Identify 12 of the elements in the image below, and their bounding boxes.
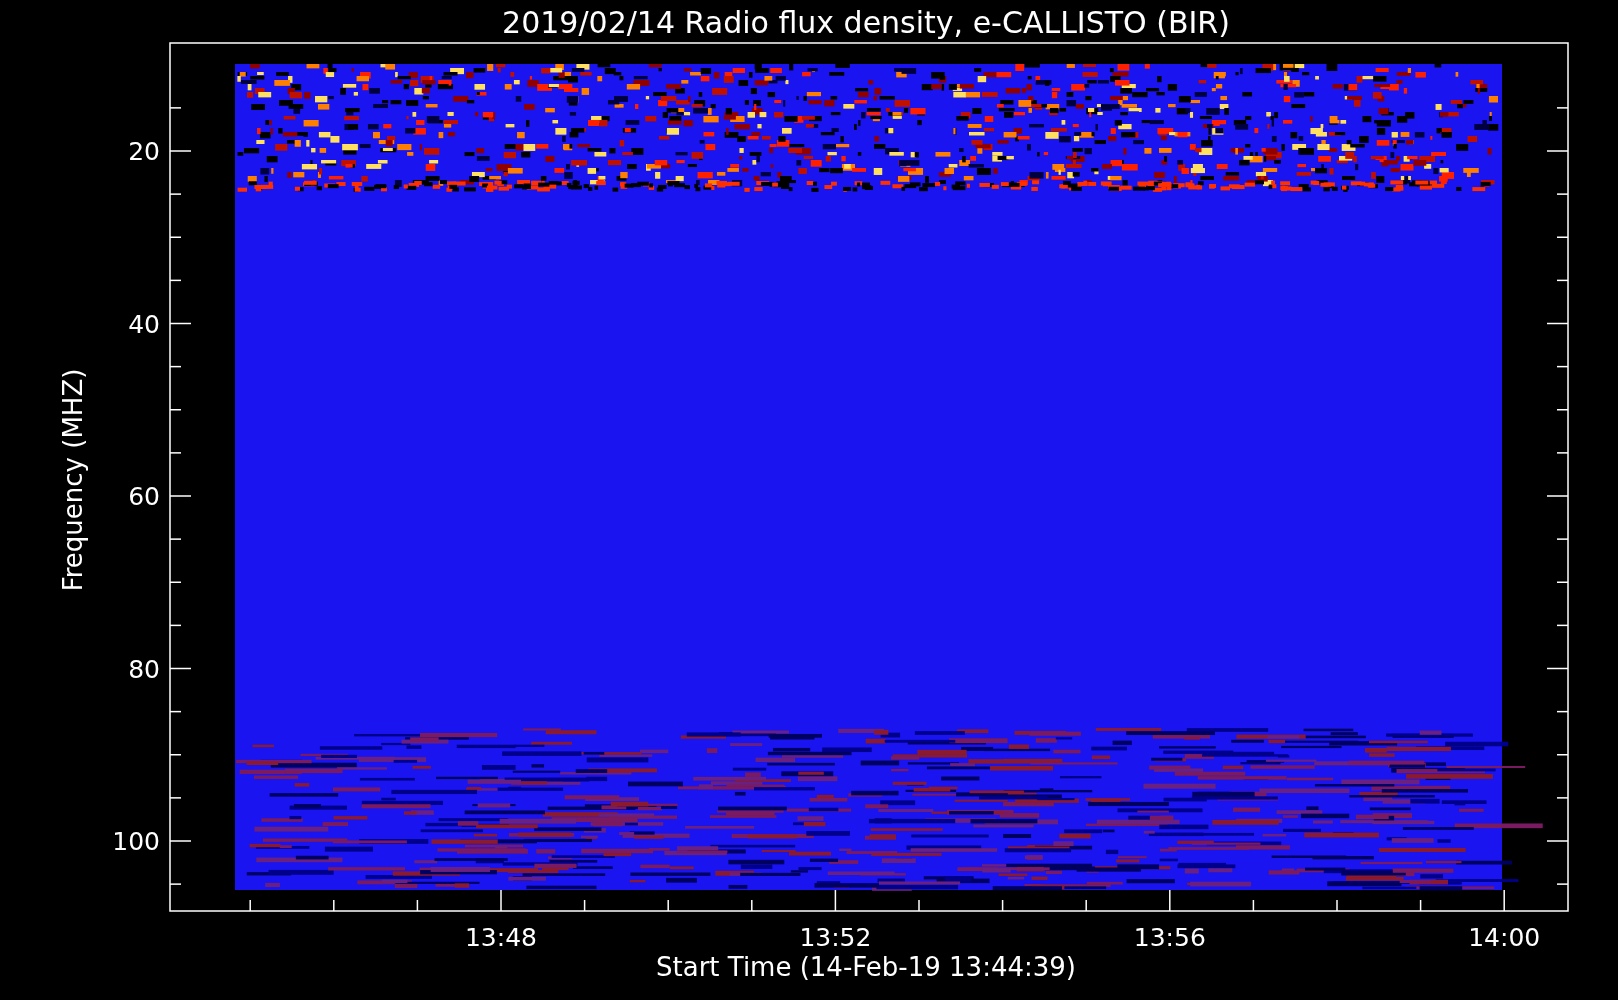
tick-label: 13:52 xyxy=(799,923,872,952)
tick-label: 80 xyxy=(128,654,160,684)
tick-label: 60 xyxy=(128,482,160,511)
tick-label: 20 xyxy=(128,137,160,166)
chart-title: 2019/02/14 Radio flux density, e-CALLISTO (BIR) xyxy=(502,5,1230,40)
tick-label: 13:48 xyxy=(465,923,537,952)
tick-label: 40 xyxy=(128,309,160,339)
tick-label: 14:00 xyxy=(1468,923,1541,952)
axis-label: Start Time (14-Feb-19 13:44:39) xyxy=(656,952,1076,982)
tick-label: 100 xyxy=(112,827,160,856)
tick-label: 13:56 xyxy=(1133,923,1206,952)
axis-label: Frequency (MHZ) xyxy=(58,368,88,592)
